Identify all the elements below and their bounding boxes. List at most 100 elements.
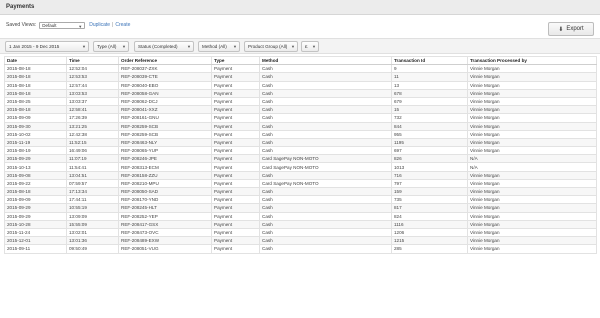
currency-filter[interactable]: £ ▼ [301,41,319,52]
time-cell: 13:04:51 [66,170,119,180]
table-row[interactable]: 2015-09-22 07:59:57 REF-208210-MPU Payment C… [4,178,597,189]
table-row[interactable]: 2015-09-29 11:07:19 REF-208246-JPE Payment C… [4,154,597,164]
table-row[interactable]: 2015-08-25 13:03:37 REF-208062-DCJ Payment C… [4,96,597,107]
status-filter[interactable]: Status (Completed) ▼ [134,41,194,52]
method-cell: Cash [259,80,392,90]
table-row[interactable]: 2015-09-09 17:44:11 REF-208170-YND Payment C… [4,195,597,205]
time-cell: 12:53:53 [66,72,119,82]
method-cell: Cash [259,64,392,74]
table-row[interactable]: 2015-08-18 13:03:53 REF-208058-GAN Payment C… [4,88,597,98]
table-row[interactable]: 2015-08-19 16:49:06 REF-208065-YUP Payment C… [4,146,597,156]
table-row[interactable]: 2015-11-19 11:52:15 REF-208463-NLY Payment C… [4,137,597,148]
type-cell: Payment [211,64,260,74]
chevron-down-icon: ▼ [233,44,237,49]
column-header[interactable]: Method [259,55,392,66]
transaction-id-cell: 1206 [391,227,468,238]
time-cell: 13:03:37 [66,96,119,107]
column-header[interactable]: Time [66,55,119,66]
order-reference-cell: REF-208041-XXZ [118,105,212,115]
method-cell: Cash [259,121,392,131]
processed-by-cell: Vinnie Morgan [467,88,597,98]
column-header[interactable]: Transaction Processed by [467,55,597,66]
page-title: Payments [6,4,35,10]
time-cell: 09:50:49 [66,244,119,254]
chevron-down-icon: ▼ [82,44,86,49]
order-reference-cell: REF-208170-YND [118,195,212,205]
processed-by-cell: Vinnie Morgan [467,64,597,74]
method-cell: Cash [259,227,392,238]
method-cell: Cash [259,186,392,197]
saved-views-bar: Saved Views: Default ▼ Duplicate | Creat… [6,21,130,29]
time-cell: 17:44:11 [66,195,119,205]
processed-by-cell: N/A [467,162,597,172]
transaction-id-cell: 159 [391,186,468,197]
table-row[interactable]: 2015-08-18 12:53:53 REF-208039-CTE Payment C… [4,72,597,82]
create-link[interactable]: Create [115,22,130,28]
saved-views-label: Saved Views: [6,22,37,28]
column-header[interactable]: Transaction Id [391,55,468,66]
time-cell: 12:58:41 [66,105,119,115]
order-reference-cell: REF-208158-ZZU [118,170,212,180]
type-cell: Payment [211,244,260,254]
saved-views-select[interactable]: Default ▼ [39,21,86,29]
time-cell: 12:52:04 [66,64,119,74]
type-cell: Payment [211,72,260,82]
order-reference-cell: REF-208040-EBO [118,80,212,90]
method-cell: Cash [259,113,392,123]
saved-views-selected: Default [42,22,57,28]
date-cell: 2015-09-09 [4,113,67,123]
column-header[interactable]: Type [211,55,260,66]
chevron-down-icon: ▼ [291,44,295,49]
table-row[interactable]: 2015-09-29 10:55:19 REF-208245-HLT Payment C… [4,203,597,213]
method-cell: Cash [259,203,392,213]
processed-by-cell: Vinnie Morgan [467,195,597,205]
table-row[interactable]: 2015-09-08 13:04:51 REF-208158-ZZU Payment C… [4,170,597,180]
date-cell: 2015-08-18 [4,64,67,74]
type-cell: Payment [211,154,260,164]
export-label: Export [566,26,584,32]
transaction-id-cell: 285 [391,244,468,254]
method-cell: Cash [259,129,392,139]
type-cell: Payment [211,186,260,197]
type-cell: Payment [211,121,260,131]
date-range-filter[interactable]: 1 Jan 2015 - 9 Dec 2015 ▼ [5,41,89,52]
processed-by-cell: Vinnie Morgan [467,146,597,156]
time-cell: 17:13:34 [66,186,119,197]
table-row[interactable]: 2015-09-09 17:26:39 REF-208161-GNU Payment C… [4,113,597,123]
table-row[interactable]: 2015-08-18 12:52:04 REF-208037-ZXK Payment C… [4,64,597,74]
order-reference-cell: REF-208259-SCB [118,121,212,131]
export-button[interactable]: ⬇ Export [548,22,594,36]
table-row[interactable]: 2015-11-24 13:02:01 REF-208473-OVC Payment C… [4,227,597,238]
table-row[interactable]: 2015-08-18 17:13:34 REF-208050-SAD Payment C… [4,186,597,197]
table-row[interactable]: 2015-08-18 12:58:41 REF-208041-XXZ Payment C… [4,105,597,115]
time-cell: 13:09:09 [66,211,119,221]
date-cell: 2015-08-18 [4,88,67,98]
table-row[interactable]: 2015-09-30 13:21:25 REF-208259-SCB Payment C… [4,121,597,131]
table-row[interactable]: 2015-10-13 11:54:41 REF-208313-ECM Payment C… [4,162,597,172]
method-filter[interactable]: Method (All) ▼ [198,41,240,52]
time-cell: 13:21:25 [66,121,119,131]
table-row[interactable]: 2015-10-28 15:55:09 REF-208417-GSX Payment C… [4,219,597,229]
duplicate-link[interactable]: Duplicate [89,22,110,28]
method-cell: Cash [259,137,392,148]
column-header[interactable]: Date [4,55,67,66]
product-group-filter[interactable]: Product Group (All) ▼ [244,41,298,52]
table-row[interactable]: 2015-12-01 13:01:36 REF-208489-EXW Payment C… [4,236,597,246]
table-row[interactable]: 2015-08-18 12:57:44 REF-208040-EBO Payment C… [4,80,597,90]
table-row[interactable]: 2015-09-29 13:09:09 REF-208252-YEP Payment C… [4,211,597,221]
order-reference-cell: REF-208245-HLT [118,203,212,213]
date-cell: 2015-08-18 [4,72,67,82]
date-range-label: 1 Jan 2015 - 9 Dec 2015 [9,44,60,49]
column-header[interactable]: Order Reference [118,55,212,66]
method-cell: Cash [259,72,392,82]
order-reference-cell: REF-208037-ZXK [118,64,212,74]
date-cell: 2015-08-18 [4,186,67,197]
type-filter[interactable]: Type (All) ▼ [93,41,129,52]
table-row[interactable]: 2015-10-02 12:42:38 REF-208259-SCB Payment C… [4,129,597,139]
table-row[interactable]: 2015-09-11 09:50:49 REF-208051-VUG Payment C… [4,244,597,254]
date-cell: 2015-12-01 [4,236,67,246]
type-cell: Payment [211,170,260,180]
link-separator: | [112,22,114,28]
date-cell: 2015-10-28 [4,219,67,229]
type-cell: Payment [211,162,260,172]
